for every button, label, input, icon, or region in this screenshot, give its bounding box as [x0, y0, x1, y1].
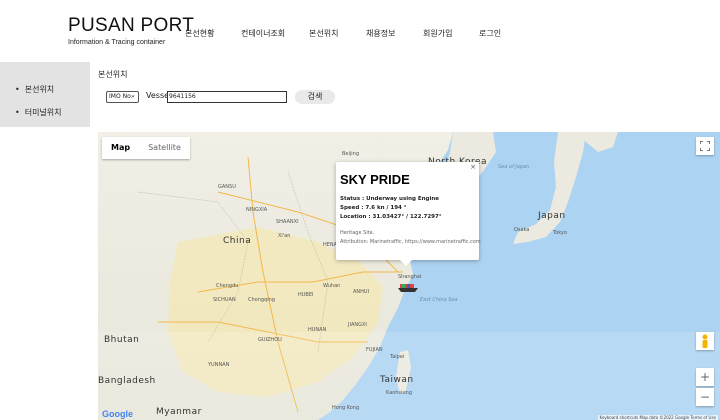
- map-label-china: China: [223, 236, 252, 246]
- map-label-hong-kong: Hong Kong: [332, 405, 360, 411]
- map-label-hubei: HUBEI: [298, 292, 314, 298]
- map-label-wuhan: Wuhan: [323, 283, 341, 289]
- map-label-tokyo: Tokyo: [553, 230, 567, 236]
- map-label-anhui: ANHUI: [353, 289, 370, 295]
- sidebar-item-vessel-location[interactable]: 본선위치: [15, 84, 54, 95]
- map-label-sea-of-japan: Sea of Japan: [498, 164, 530, 170]
- map-label-yunnan: YUNNAN: [208, 362, 230, 368]
- map-type-satellite-button[interactable]: Satellite: [139, 137, 190, 159]
- map-label-hunan: HUNAN: [308, 327, 327, 333]
- popup-attribution: Attribution: Marinetraffic, https://www.…: [340, 239, 481, 245]
- logo-title: PUSAN PORT: [68, 15, 195, 36]
- map-label-fujian: FUJIAN: [366, 347, 383, 353]
- popup-heritage-note: Heritage Site.: [340, 230, 375, 236]
- site-logo[interactable]: PUSAN PORT Information & Tracing contain…: [68, 15, 195, 47]
- map-label-osaka: Osaka: [514, 227, 530, 233]
- map-label-chengdu: Chengdu: [216, 283, 239, 289]
- map-label-sichuan: SICHUAN: [213, 297, 236, 303]
- map-label-japan: Japan: [538, 211, 566, 221]
- map-type-map-button[interactable]: Map: [102, 137, 139, 159]
- search-button[interactable]: 검색: [295, 90, 335, 104]
- map-label-beijing: Beijing: [342, 151, 360, 157]
- zoom-in-button[interactable]: +: [696, 368, 714, 386]
- site-header: PUSAN PORT Information & Tracing contain…: [0, 0, 720, 62]
- map-label-gansu: GANSU: [218, 184, 236, 190]
- nav-recruitment[interactable]: 채용정보: [366, 28, 395, 39]
- sidebar: 본선위치 터미널위치: [0, 62, 90, 127]
- nav-vessel-status[interactable]: 본선현황: [185, 28, 214, 39]
- pegman-icon: [702, 334, 708, 348]
- map-label-bhutan: Bhutan: [104, 335, 140, 345]
- map-attribution[interactable]: Keyboard shortcuts Map data ©2022 Google…: [597, 415, 718, 420]
- map-label-guizhou: GUIZHOU: [258, 337, 282, 343]
- map-label-chongqing: Chongqing: [248, 297, 275, 303]
- map-label-bangladesh: Bangladesh: [98, 376, 156, 386]
- map-label-kaohsiung: Kaohsiung: [386, 390, 412, 396]
- nav-container-lookup[interactable]: 컨테이너조회: [241, 28, 285, 39]
- vessel-input[interactable]: 9641156: [167, 91, 287, 103]
- fullscreen-icon: [700, 141, 710, 151]
- zoom-out-button[interactable]: −: [696, 388, 714, 406]
- sidebar-item-terminal-location[interactable]: 터미널위치: [15, 107, 62, 118]
- vessel-name: SKY PRIDE: [340, 172, 410, 187]
- map-label-ningxia: NINGXIA: [246, 207, 268, 213]
- fullscreen-button[interactable]: [696, 137, 714, 155]
- vessel-status: Status : Underway using Engine: [340, 196, 440, 202]
- map-label-xian: Xi'an: [278, 233, 291, 239]
- street-view-pegman[interactable]: [696, 332, 714, 350]
- vessel-speed: Speed : 7.6 kn / 194 °: [340, 205, 407, 211]
- popup-close-button[interactable]: ×: [470, 163, 476, 171]
- map-label-east-china-sea: East China Sea: [420, 297, 458, 303]
- map-type-toggle: Map Satellite: [102, 137, 190, 159]
- logo-subtitle: Information & Tracing container: [68, 39, 166, 46]
- vessel-info-popup: × SKY PRIDE Status : Underway using Engi…: [336, 162, 481, 266]
- nav-signup[interactable]: 회원가입: [423, 28, 452, 39]
- map-label-jiangxi: JIANGXI: [348, 322, 367, 328]
- map-label-myanmar: Myanmar: [156, 407, 202, 417]
- page-title: 본선위치: [98, 70, 128, 79]
- map-label-shaanxi: SHAANXI: [276, 219, 299, 225]
- vessel-marker[interactable]: [398, 278, 418, 297]
- map-label-taiwan: Taiwan: [380, 375, 414, 385]
- search-type-select[interactable]: IMO No.: [106, 90, 139, 103]
- vessel-location: Location : 31.03427° / 122.7297°: [340, 214, 442, 220]
- google-logo: Google: [102, 409, 133, 419]
- ship-icon: [398, 284, 418, 292]
- nav-vessel-location[interactable]: 본선위치: [309, 28, 338, 39]
- nav-login[interactable]: 로그인: [479, 28, 501, 39]
- map-label-taipei: Taipei: [390, 354, 405, 360]
